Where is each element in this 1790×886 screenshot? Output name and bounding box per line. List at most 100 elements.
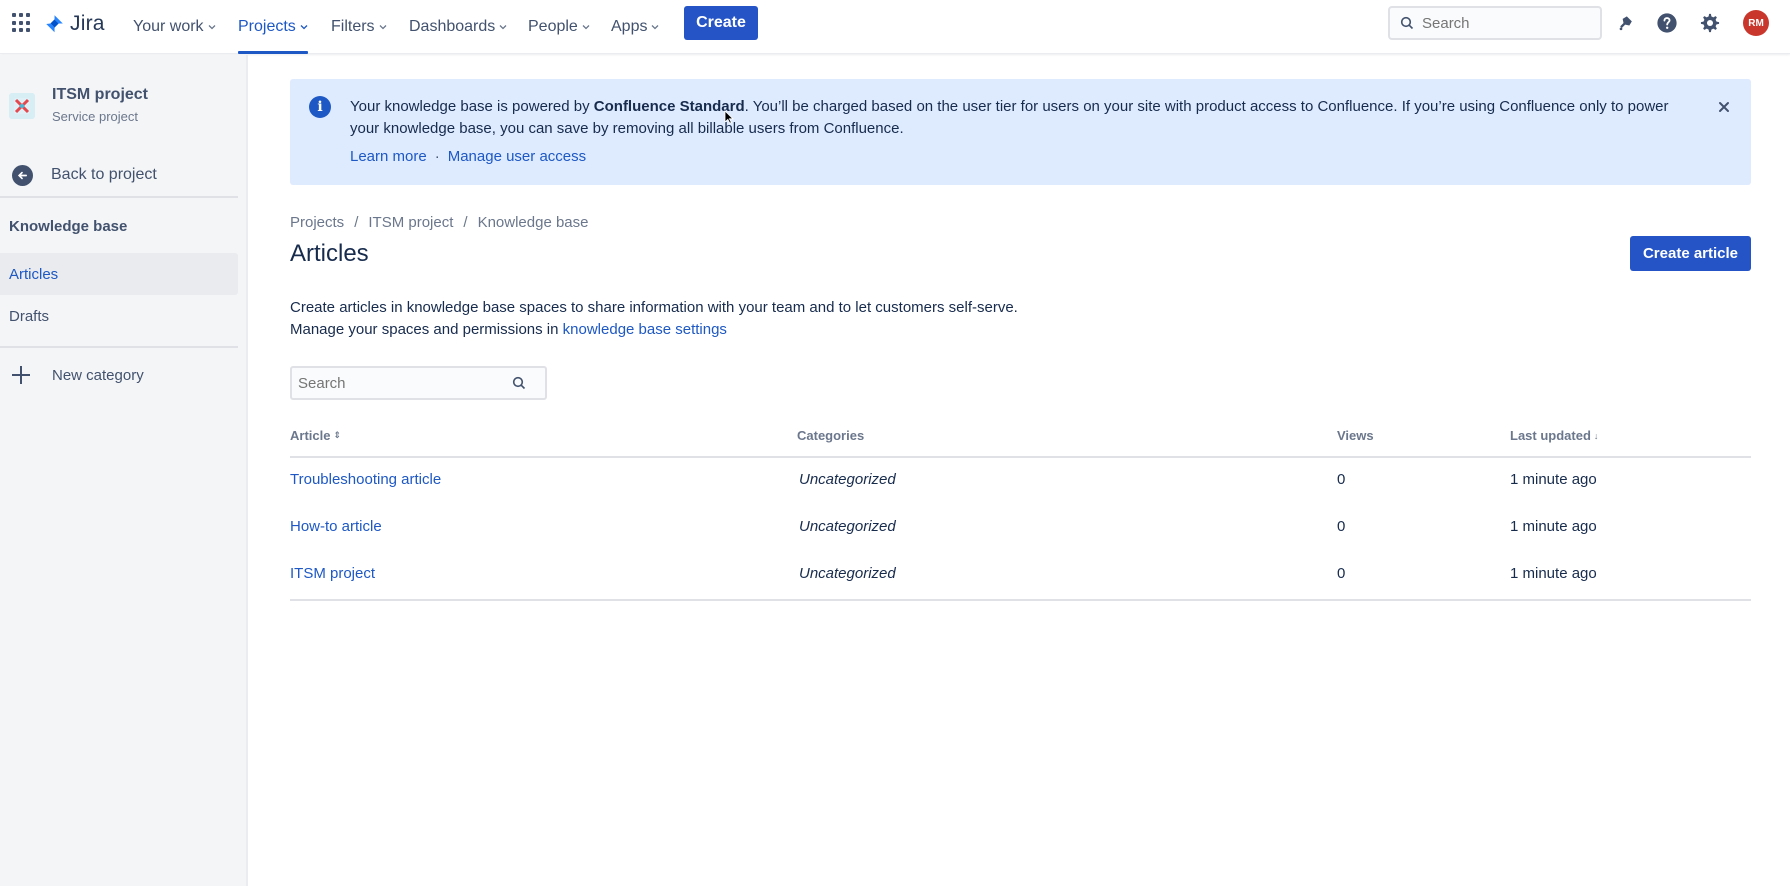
arrow-left-icon bbox=[12, 164, 33, 186]
nav-filters-label: Filters bbox=[331, 18, 375, 35]
plus-icon bbox=[12, 366, 30, 384]
back-to-project-label: Back to project bbox=[51, 166, 157, 183]
sidebar-divider bbox=[0, 346, 238, 348]
manage-user-access-link[interactable]: Manage user access bbox=[448, 148, 586, 165]
help-icon[interactable] bbox=[1655, 11, 1679, 35]
article-search-input[interactable] bbox=[298, 374, 508, 392]
info-icon: i bbox=[309, 96, 331, 118]
nav-projects-label: Projects bbox=[238, 18, 296, 35]
logo-text: Jira bbox=[70, 12, 105, 35]
sidebar-item-drafts[interactable]: Drafts bbox=[0, 295, 238, 337]
project-avatar-icon bbox=[9, 93, 35, 119]
notifications-icon[interactable] bbox=[1614, 11, 1638, 35]
jira-logo[interactable]: Jira bbox=[44, 12, 105, 36]
create-button[interactable]: Create bbox=[684, 6, 758, 40]
sidebar-item-label: Articles bbox=[9, 265, 59, 283]
app-switcher-icon[interactable] bbox=[12, 13, 32, 33]
top-navigation: Jira Your work Projects Filters Dashboar… bbox=[0, 0, 1790, 54]
chevron-down-icon bbox=[499, 25, 507, 30]
chevron-down-icon bbox=[208, 25, 216, 30]
link-separator: · bbox=[434, 148, 440, 165]
back-to-project-link[interactable]: Back to project bbox=[0, 155, 248, 195]
new-category-button[interactable]: New category bbox=[0, 355, 238, 395]
breadcrumb-separator: / bbox=[354, 214, 359, 231]
user-avatar[interactable]: RM bbox=[1743, 10, 1769, 36]
banner-text-before: Your knowledge base is powered by bbox=[350, 98, 594, 115]
nav-dashboards-label: Dashboards bbox=[409, 18, 496, 35]
banner-message: Your knowledge base is powered by Conflu… bbox=[350, 96, 1700, 140]
column-header-label: Last updated bbox=[1510, 428, 1591, 443]
table-row: Troubleshooting article Uncategorized 0 … bbox=[290, 458, 1751, 505]
article-views: 0 bbox=[1337, 518, 1346, 535]
sort-icon: ⇕ bbox=[333, 430, 342, 440]
description-line-1: Create articles in knowledge base spaces… bbox=[290, 299, 1018, 316]
banner-text-bold: Confluence Standard bbox=[593, 98, 745, 115]
breadcrumb: Projects / ITSM project / Knowledge base bbox=[290, 214, 588, 231]
description-prefix: Manage your spaces and permissions in bbox=[290, 321, 563, 338]
description-line-2: Manage your spaces and permissions in kn… bbox=[290, 319, 1018, 341]
article-views: 0 bbox=[1337, 565, 1346, 582]
info-banner: i Your knowledge base is powered by Conf… bbox=[290, 79, 1751, 185]
banner-links: Learn more · Manage user access bbox=[350, 148, 586, 165]
column-header-views: Views bbox=[1337, 428, 1374, 443]
column-header-article[interactable]: Article ⇕ bbox=[290, 428, 341, 443]
global-search-input[interactable] bbox=[1422, 14, 1582, 32]
nav-apps[interactable]: Apps bbox=[611, 0, 659, 54]
sort-descending-icon: ↓ bbox=[1593, 430, 1599, 441]
sidebar-divider bbox=[0, 196, 238, 198]
nav-projects[interactable]: Projects bbox=[238, 0, 308, 54]
sidebar-item-articles[interactable]: Articles bbox=[0, 253, 238, 295]
article-last-updated: 1 minute ago bbox=[1510, 518, 1597, 535]
mouse-cursor-icon bbox=[724, 110, 734, 124]
chevron-down-icon bbox=[300, 25, 308, 30]
sidebar: ITSM project Service project Back to pro… bbox=[0, 55, 248, 886]
page-description: Create articles in knowledge base spaces… bbox=[290, 297, 1018, 341]
jira-logo-icon bbox=[46, 15, 63, 33]
nav-apps-label: Apps bbox=[611, 18, 648, 35]
create-article-button[interactable]: Create article bbox=[1630, 236, 1751, 271]
nav-your-work[interactable]: Your work bbox=[133, 0, 216, 54]
project-type: Service project bbox=[52, 109, 138, 124]
nav-filters[interactable]: Filters bbox=[331, 0, 387, 54]
column-header-label: Views bbox=[1337, 428, 1374, 443]
new-category-label: New category bbox=[52, 366, 144, 384]
column-header-categories: Categories bbox=[797, 428, 864, 443]
close-icon[interactable] bbox=[1714, 97, 1734, 117]
project-name[interactable]: ITSM project bbox=[52, 86, 148, 104]
table-row: ITSM project Uncategorized 0 1 minute ag… bbox=[290, 552, 1751, 599]
article-last-updated: 1 minute ago bbox=[1510, 471, 1597, 488]
search-icon bbox=[512, 376, 526, 390]
chevron-down-icon bbox=[379, 25, 387, 30]
chevron-down-icon bbox=[582, 25, 590, 30]
chevron-down-icon bbox=[652, 25, 659, 30]
article-title-link[interactable]: Troubleshooting article bbox=[290, 471, 441, 488]
article-title-link[interactable]: How-to article bbox=[290, 518, 382, 535]
sidebar-section-title: Knowledge base bbox=[9, 218, 128, 235]
breadcrumb-projects[interactable]: Projects bbox=[290, 214, 344, 231]
global-search[interactable] bbox=[1388, 6, 1602, 40]
table-bottom-divider bbox=[290, 599, 1751, 601]
column-header-label: Categories bbox=[797, 428, 865, 443]
nav-people-label: People bbox=[528, 18, 578, 35]
article-last-updated: 1 minute ago bbox=[1510, 565, 1597, 582]
article-views: 0 bbox=[1337, 471, 1346, 488]
article-title-link[interactable]: ITSM project bbox=[290, 565, 375, 582]
breadcrumb-separator: / bbox=[463, 214, 468, 231]
nav-your-work-label: Your work bbox=[133, 18, 204, 35]
search-icon bbox=[1400, 16, 1414, 30]
breadcrumb-knowledge-base[interactable]: Knowledge base bbox=[478, 214, 589, 231]
article-category: Uncategorized bbox=[799, 471, 896, 488]
learn-more-link[interactable]: Learn more bbox=[350, 148, 427, 165]
sidebar-item-label: Drafts bbox=[9, 307, 50, 325]
article-category: Uncategorized bbox=[799, 518, 896, 535]
table-row: How-to article Uncategorized 0 1 minute … bbox=[290, 505, 1751, 552]
article-search[interactable] bbox=[290, 366, 547, 400]
breadcrumb-itsm-project[interactable]: ITSM project bbox=[368, 214, 453, 231]
column-header-last-updated[interactable]: Last updated ↓ bbox=[1510, 428, 1598, 443]
page-title: Articles bbox=[290, 240, 369, 267]
knowledge-base-settings-link[interactable]: knowledge base settings bbox=[563, 321, 727, 338]
settings-gear-icon[interactable] bbox=[1698, 11, 1722, 35]
nav-dashboards[interactable]: Dashboards bbox=[409, 0, 507, 54]
nav-people[interactable]: People bbox=[528, 0, 590, 54]
article-category: Uncategorized bbox=[799, 565, 896, 582]
